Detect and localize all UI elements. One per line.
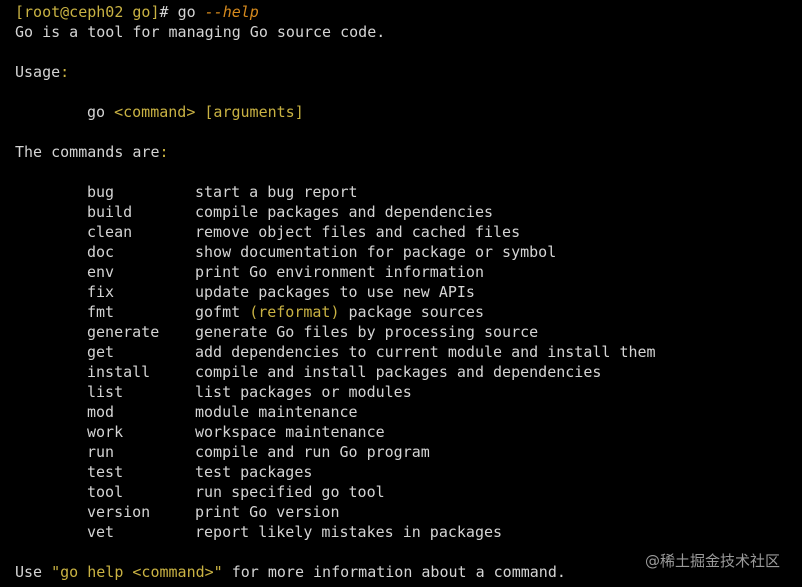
command-name: get xyxy=(87,343,115,361)
watermark: @稀土掘金技术社区 xyxy=(644,552,780,570)
terminal-output[interactable]: [root@ceph02 go]# go --help Go is a tool… xyxy=(0,0,802,587)
prompt-command: go xyxy=(177,3,196,21)
usage-args-placeholder: [arguments] xyxy=(204,103,304,121)
command-row: fix update packages to use new APIs xyxy=(15,282,802,302)
command-name: vet xyxy=(87,523,115,541)
command-description: report likely mistakes in packages xyxy=(195,523,503,541)
command-list: bug start a bug report build compile packag… xyxy=(15,182,802,542)
command-row: work workspace maintenance xyxy=(15,422,802,442)
command-name: clean xyxy=(87,223,133,241)
command-name: fix xyxy=(87,283,115,301)
command-name: list xyxy=(87,383,124,401)
commands-heading: The commands are: xyxy=(15,142,802,162)
command-description: print Go version xyxy=(195,503,340,521)
command-description: compile and run Go program xyxy=(195,443,430,461)
command-name: tool xyxy=(87,483,124,501)
command-name: version xyxy=(87,503,151,521)
command-description: print Go environment information xyxy=(195,263,484,281)
command-description: add dependencies to current module and i… xyxy=(195,343,656,361)
footer-suffix: for more information about a command. xyxy=(222,563,566,581)
command-row: get add dependencies to current module an… xyxy=(15,342,802,362)
command-row: install compile and install packages and … xyxy=(15,362,802,382)
command-row: env print Go environment information xyxy=(15,262,802,282)
footer-quoted: "go help <command>" xyxy=(51,563,223,581)
command-description: test packages xyxy=(195,463,313,481)
command-row: mod module maintenance xyxy=(15,402,802,422)
command-row: bug start a bug report xyxy=(15,182,802,202)
command-name: mod xyxy=(87,403,115,421)
command-row: generate generate Go files by processing … xyxy=(15,322,802,342)
command-description: show documentation for package or symbol xyxy=(195,243,557,261)
command-name: test xyxy=(87,463,124,481)
command-row: build compile packages and dependencies xyxy=(15,202,802,222)
usage-colon: : xyxy=(60,63,70,81)
command-description: generate Go files by processing source xyxy=(195,323,539,341)
usage-heading: Usage: xyxy=(15,62,802,82)
usage-syntax: go <command> [arguments] xyxy=(15,102,802,122)
commands-heading-colon: : xyxy=(159,143,169,161)
command-name: fmt xyxy=(87,303,115,321)
prompt-symbol: # xyxy=(159,3,178,21)
prompt-flag: --help xyxy=(204,3,259,21)
command-description: workspace maintenance xyxy=(195,423,385,441)
usage-go: go xyxy=(87,103,106,121)
command-description: compile and install packages and depende… xyxy=(195,363,602,381)
command-description: update packages to use new APIs xyxy=(195,283,475,301)
command-name: generate xyxy=(87,323,160,341)
command-name: bug xyxy=(87,183,115,201)
usage-label: Usage xyxy=(15,63,61,81)
intro-line: Go is a tool for managing Go source code… xyxy=(15,23,386,41)
command-row: clean remove object files and cached file… xyxy=(15,222,802,242)
command-name: run xyxy=(87,443,115,461)
command-description: run specified go tool xyxy=(195,483,385,501)
command-row: list list packages or modules xyxy=(15,382,802,402)
command-description: module maintenance xyxy=(195,403,358,421)
command-row: test test packages xyxy=(15,462,802,482)
command-description: remove object files and cached files xyxy=(195,223,521,241)
command-row: fmt gofmt (reformat) package sources xyxy=(15,302,802,322)
command-name: install xyxy=(87,363,151,381)
usage-command-placeholder: <command> xyxy=(114,103,196,121)
command-description: compile packages and dependencies xyxy=(195,203,494,221)
command-row: tool run specified go tool xyxy=(15,482,802,502)
command-description: gofmt (reformat) package sources xyxy=(195,303,484,321)
command-name: env xyxy=(87,263,115,281)
command-row: run compile and run Go program xyxy=(15,442,802,462)
command-name: build xyxy=(87,203,133,221)
command-row: version print Go version xyxy=(15,502,802,522)
prompt-line: [root@ceph02 go]# go --help xyxy=(15,2,802,22)
command-name: doc xyxy=(87,243,115,261)
prompt-user-host: [root@ceph02 go] xyxy=(15,3,160,21)
command-row: doc show documentation for package or sym… xyxy=(15,242,802,262)
command-description: list packages or modules xyxy=(195,383,412,401)
command-name: work xyxy=(87,423,124,441)
footer-prefix: Use xyxy=(15,563,52,581)
command-description: start a bug report xyxy=(195,183,358,201)
command-row: vet report likely mistakes in packages xyxy=(15,522,802,542)
commands-heading-text: The commands are xyxy=(15,143,160,161)
